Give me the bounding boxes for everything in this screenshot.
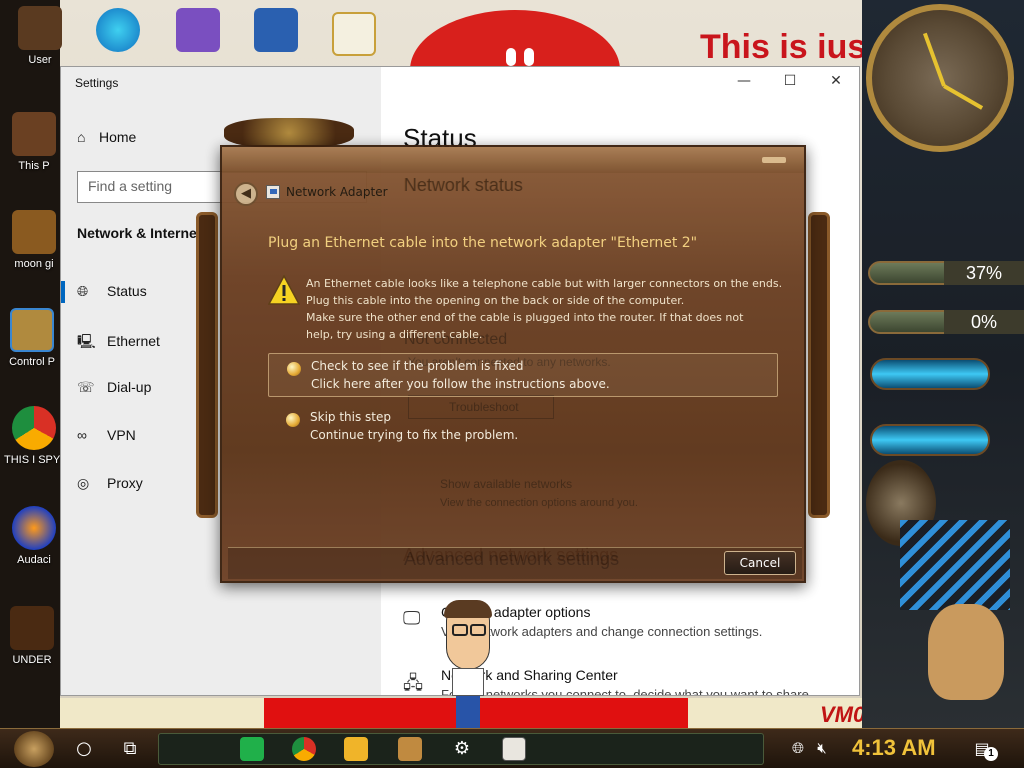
proxy-globe-icon: ◎: [77, 475, 90, 491]
chrome-icon: [12, 406, 56, 450]
dialog-minimize-button[interactable]: [762, 157, 786, 163]
maximize-button[interactable]: ☐: [767, 73, 813, 95]
home-icon: ⌂: [77, 129, 86, 145]
gear-icon: [10, 606, 54, 650]
desktop-icon-moon[interactable]: moon gi: [4, 210, 64, 270]
back-arrow-icon[interactable]: ◀: [234, 182, 258, 206]
dial-up-icon: ☏: [77, 379, 95, 395]
option-bullet-icon: [287, 362, 301, 376]
desktop-icon-visual-studio[interactable]: [168, 8, 228, 56]
desktop-icon-edge[interactable]: [88, 8, 148, 56]
app-taskbar-icon[interactable]: [398, 737, 422, 761]
blue-tube-gauge: [870, 358, 990, 390]
taskbar: ○ ⧉ ⚙ 🌐︎ 🔇︎ 4:13 AM ▤ 1: [0, 728, 1024, 768]
desktop-icon-this-pc[interactable]: This P: [4, 112, 64, 172]
desktop-icon-chrome[interactable]: THIS I SPYWA: [4, 406, 78, 466]
visual-studio-icon: [176, 8, 220, 52]
dialog-titlebar: [222, 147, 804, 173]
desktop-icon-hxd[interactable]: [324, 12, 384, 60]
ethernet-icon: 🖳: [77, 333, 96, 349]
settings-gear-icon[interactable]: ⚙: [448, 735, 476, 763]
network-adapter-taskbar-icon[interactable]: [502, 737, 526, 761]
dialog-heading: Plug an Ethernet cable into the network …: [268, 235, 698, 251]
cartoon-character: [440, 600, 496, 728]
nav-home[interactable]: ⌂ Home: [77, 129, 136, 145]
cancel-button[interactable]: Cancel: [724, 551, 796, 575]
close-button[interactable]: ✕: [813, 73, 859, 95]
volume-muted-icon[interactable]: 🔇︎: [812, 739, 832, 759]
option-bullet-icon: [286, 413, 300, 427]
moon-icon: [12, 210, 56, 254]
steampunk-frame-left: [196, 212, 218, 518]
task-view-icon[interactable]: ⧉: [116, 735, 144, 763]
desktop-icon-virtualbox[interactable]: [246, 8, 306, 56]
minimize-button[interactable]: —: [721, 73, 767, 95]
dialog-instructions: An Ethernet cable looks like a telephone…: [306, 277, 783, 341]
network-adapter-icon: [266, 185, 280, 199]
edge-icon: [96, 8, 140, 52]
globe-icon: 🌐︎: [77, 283, 89, 299]
search-circle-icon[interactable]: ○: [70, 735, 98, 763]
warning-icon: [268, 275, 300, 305]
window-title: Settings: [75, 76, 119, 90]
ghost-show-networks-desc: View the connection options around you.: [440, 497, 638, 509]
blue-tube-gauge: [870, 424, 990, 456]
user-folder-icon: [18, 6, 62, 50]
ghost-show-networks: Show available networks: [440, 477, 573, 491]
wallpaper-bottom-left: [60, 698, 264, 728]
virtualbox-icon: [254, 8, 298, 52]
desktop-icon-under[interactable]: UNDER: [2, 606, 62, 666]
file-explorer-icon[interactable]: [344, 737, 368, 761]
chrome-taskbar-icon[interactable]: [292, 737, 316, 761]
control-panel-icon: [10, 308, 54, 352]
blue-pipes-widget: [900, 520, 1010, 610]
steampunk-frame-right: [808, 212, 830, 518]
desktop-icon-audacity[interactable]: Audaci: [4, 506, 64, 566]
check-if-fixed-option[interactable]: Check to see if the problem is fixed Cli…: [268, 353, 778, 397]
hxd-icon: [332, 12, 376, 56]
this-pc-icon: [12, 112, 56, 156]
network-globe-icon[interactable]: 🌐︎: [788, 739, 808, 759]
ghost-network-status: Network status: [404, 175, 524, 195]
troubleshooter-dialog: Network status Not connected You aren't …: [220, 145, 806, 583]
start-button[interactable]: [14, 731, 54, 767]
notification-count-badge: 1: [984, 747, 998, 761]
sharing-center-icon: 🖧: [403, 673, 424, 693]
cpu-gauge-value: 37%: [944, 261, 1024, 285]
steampunk-gears-top: [224, 118, 354, 148]
wallpaper-banner-text: This is ius: [700, 28, 867, 66]
dialog-app-name: Network Adapter: [286, 185, 388, 199]
desktop-icon-control-panel[interactable]: Control P: [2, 308, 62, 368]
hamster-widget: [928, 604, 1004, 700]
desktop-icon-user[interactable]: User: [10, 6, 70, 66]
dialog-button-bar: [228, 547, 802, 579]
nav-section-title: Network & Internet: [77, 225, 202, 241]
taskbar-clock[interactable]: 4:13 AM: [852, 735, 936, 761]
audacity-icon: [12, 506, 56, 550]
adapter-icon: 🖵: [403, 608, 421, 628]
skip-step-option[interactable]: Skip this step Continue trying to fix th…: [268, 405, 778, 449]
memory-gauge-value: 0%: [944, 310, 1024, 334]
steampunk-clock: [866, 4, 1014, 152]
sticky-notes-icon[interactable]: [240, 737, 264, 761]
vpn-icon: ∞: [77, 427, 87, 443]
